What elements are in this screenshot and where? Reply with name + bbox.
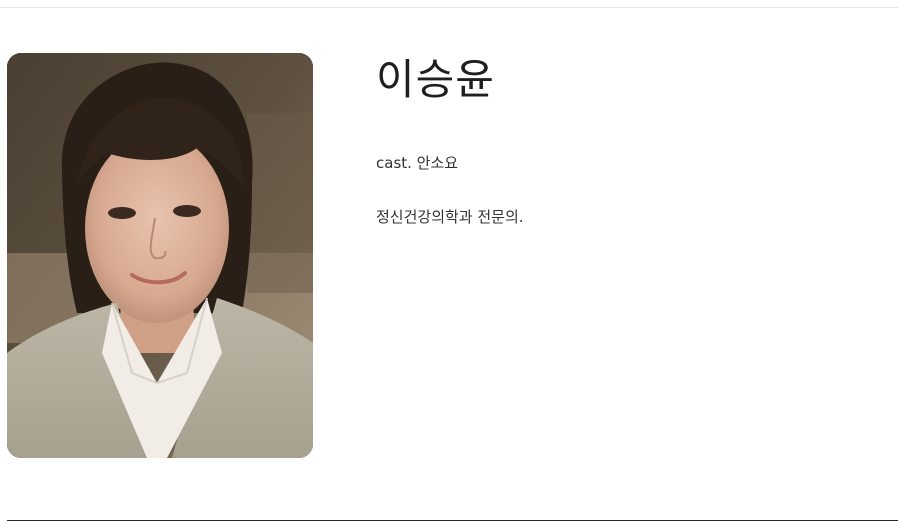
character-profile-page: 이승윤 cast. 안소요 정신건강의학과 전문의.	[0, 0, 898, 527]
portrait-image-icon	[7, 53, 313, 458]
character-portrait	[7, 53, 313, 458]
top-divider	[0, 7, 898, 8]
bottom-divider	[7, 520, 898, 521]
cast-credit: cast. 안소요	[376, 154, 459, 172]
character-description: 정신건강의학과 전문의.	[376, 208, 524, 226]
character-name: 이승윤	[376, 55, 495, 104]
profile-info: 이승윤 cast. 안소요 정신건강의학과 전문의.	[376, 52, 876, 228]
